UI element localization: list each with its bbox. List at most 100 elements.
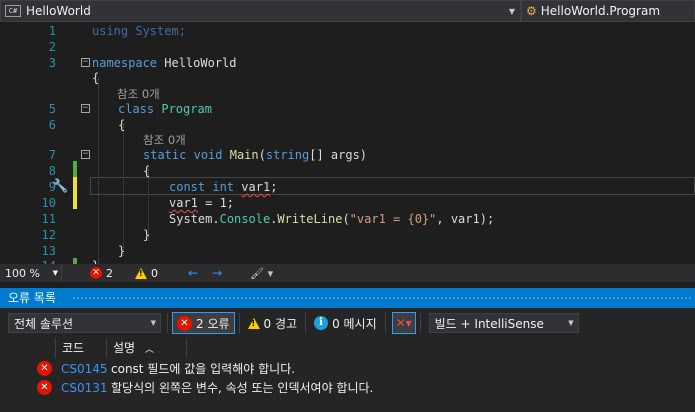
error-list-panel: 전체 솔루션 ▼ ✕ 2 오류 ! 0 경고 i 0 메시지 ✕▾ 빌드 + I…: [0, 308, 695, 412]
error-list-title-bar: 오류 목록: [0, 288, 695, 308]
line-number: 3: [48, 56, 56, 70]
codelens-references[interactable]: 참조 0개: [117, 86, 160, 102]
code-line: {: [0, 70, 695, 86]
build-source-dropdown[interactable]: 빌드 + IntelliSense ▼: [428, 313, 579, 333]
code-line: 5 − class Program: [0, 101, 695, 117]
type-dropdown[interactable]: ⚙ HelloWorld.Program: [521, 0, 695, 22]
build-source-value: 빌드 + IntelliSense: [434, 316, 544, 331]
column-header-description[interactable]: 설명 ︿: [107, 338, 187, 358]
error-icon: ✕: [177, 315, 192, 331]
sort-ascending-icon: ︿: [144, 345, 154, 355]
messages-filter-button[interactable]: i 0 메시지: [310, 312, 381, 334]
code-text: {: [118, 118, 126, 132]
chevron-down-icon: ▼: [508, 6, 516, 16]
collapse-icon[interactable]: −: [81, 104, 90, 113]
code-line: 1 using System;: [0, 23, 695, 39]
code-line: 13 }: [0, 243, 695, 259]
filter-icon[interactable]: ✕▾: [391, 312, 416, 334]
toolbar-separator: [305, 313, 307, 333]
table-row[interactable]: ✕ CS0131 할당식의 왼쪽은 변수, 속성 또는 인덱서여야 합니다.: [0, 378, 695, 397]
line-number: 5: [48, 102, 56, 116]
line-number: 7: [48, 148, 56, 162]
panel-title: 오류 목록: [8, 291, 56, 305]
error-code-link[interactable]: CS0145: [61, 362, 108, 376]
code-line: 3 − namespace HelloWorld: [0, 55, 695, 71]
error-list-header: 코드 설명 ︿: [0, 338, 695, 358]
scope-value: 전체 솔루션: [14, 316, 74, 331]
code-text: class Program: [118, 102, 212, 116]
errors-filter-label: 2 오류: [196, 316, 230, 331]
messages-filter-label: 0 메시지: [332, 316, 377, 331]
warnings-filter-label: 0 경고: [263, 316, 298, 331]
code-line: 7 − static void Main(string[] args): [0, 147, 695, 163]
chevron-down-icon: ▼: [52, 269, 58, 277]
next-issue-arrow-icon[interactable]: →: [212, 266, 222, 280]
line-number: 10: [41, 196, 56, 210]
code-text: }: [143, 228, 151, 242]
line-number: 6: [48, 118, 56, 132]
collapse-icon[interactable]: −: [81, 58, 90, 67]
code-text: static void Main(string[] args): [143, 148, 368, 162]
zoom-dropdown[interactable]: 100 % ▼: [0, 264, 62, 282]
error-list-toolbar: 전체 솔루션 ▼ ✕ 2 오류 ! 0 경고 i 0 메시지 ✕▾ 빌드 + I…: [0, 308, 695, 338]
code-line: 11 System.Console.WriteLine("var1 = {0}"…: [0, 211, 695, 227]
toolbar-separator: [238, 313, 240, 333]
code-line: 2: [0, 39, 695, 55]
editor-status-bar: 100 % ▼ ✕ 2 ! 0 ← → 🖌 ▾: [0, 264, 695, 282]
warning-icon: !: [135, 267, 147, 279]
column-label: 설명: [113, 341, 136, 355]
error-icon: ✕: [37, 380, 52, 395]
code-text: {: [143, 164, 151, 178]
code-line: 12 }: [0, 227, 695, 243]
line-number: 13: [41, 244, 56, 258]
error-count-indicator[interactable]: ✕ 2: [90, 267, 113, 280]
chevron-down-icon: ▼: [150, 319, 156, 327]
navigation-bar: C# HelloWorld ▼ ⚙ HelloWorld.Program: [0, 0, 695, 22]
code-line: 6 {: [0, 117, 695, 133]
code-line: 8 {: [0, 163, 695, 179]
line-number: 12: [41, 228, 56, 242]
code-text: const int var1;: [169, 180, 278, 194]
errors-filter-button[interactable]: ✕ 2 오류: [172, 312, 235, 334]
column-header-code[interactable]: 코드: [55, 338, 107, 358]
code-line: 10 var1 = 1;: [0, 195, 695, 211]
error-icon: ✕: [37, 361, 52, 376]
scope-dropdown[interactable]: 전체 솔루션 ▼: [8, 313, 161, 333]
class-icon: ⚙: [526, 4, 537, 18]
code-line: 9 🔧 const int var1;: [0, 179, 695, 195]
zoom-level: 100 %: [5, 266, 40, 280]
warning-count-indicator[interactable]: ! 0: [135, 267, 158, 280]
code-text: var1 = 1;: [169, 196, 235, 210]
chevron-down-icon: ▼: [568, 319, 574, 327]
table-row[interactable]: ✕ CS0145 const 필드에 값을 입력해야 합니다.: [0, 359, 695, 378]
error-count: 2: [106, 266, 113, 280]
code-text: {: [92, 71, 100, 85]
drag-grip[interactable]: [72, 296, 691, 301]
line-number: 9: [48, 180, 56, 194]
error-code-link[interactable]: CS0131: [61, 381, 108, 395]
line-number: 2: [48, 40, 56, 54]
toolbar-separator: [167, 313, 168, 333]
csharp-project-icon: C#: [5, 5, 21, 17]
code-text: }: [118, 244, 126, 258]
code-cleanup-brush-icon[interactable]: 🖌 ▾: [250, 267, 273, 280]
codelens-references[interactable]: 참조 0개: [143, 132, 186, 148]
project-dropdown[interactable]: C# HelloWorld ▼: [0, 0, 521, 22]
warning-count: 0: [151, 266, 158, 280]
project-name: HelloWorld: [26, 4, 91, 18]
error-icon: ✕: [90, 267, 102, 279]
collapse-icon[interactable]: −: [81, 150, 90, 159]
code-text: using System;: [92, 24, 186, 38]
type-name: HelloWorld.Program: [540, 4, 661, 18]
error-description: 할당식의 왼쪽은 변수, 속성 또는 인덱서여야 합니다.: [111, 381, 374, 395]
column-label: 코드: [62, 341, 85, 355]
warning-icon: !: [247, 317, 260, 329]
warnings-filter-button[interactable]: ! 0 경고: [244, 312, 302, 334]
line-number: 8: [48, 164, 56, 178]
line-number: 1: [48, 24, 56, 38]
line-number: 11: [41, 212, 56, 226]
code-editor[interactable]: 1 using System; 2 3 − namespace HelloWor…: [0, 22, 695, 264]
previous-issue-arrow-icon[interactable]: ←: [188, 266, 198, 280]
toolbar-separator: [384, 313, 386, 333]
screwdriver-quick-action-icon[interactable]: 🔧: [52, 179, 68, 194]
